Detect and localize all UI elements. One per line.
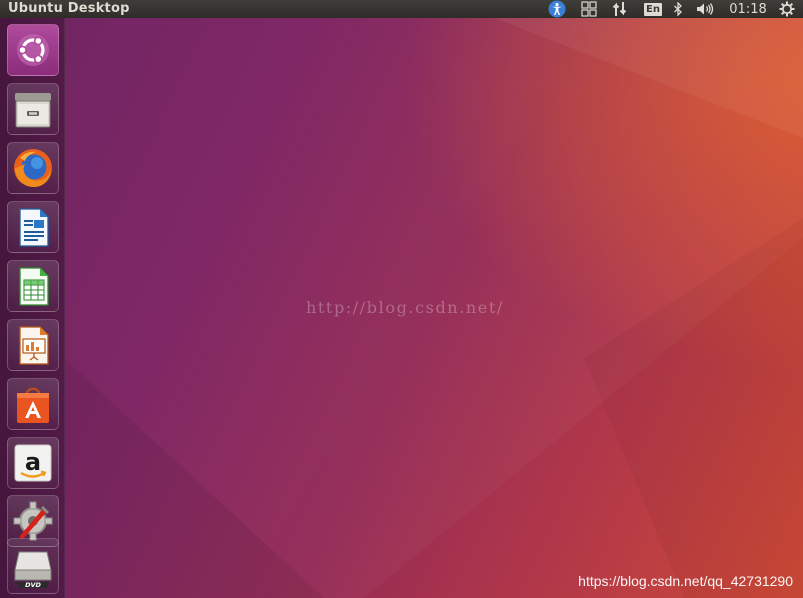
session-indicator[interactable] [777,0,797,18]
keyboard-layout-label: En [644,2,662,16]
bluetooth-icon [674,2,682,16]
launcher: a DVD [0,18,65,598]
workspace-switcher-icon [581,1,597,17]
keyboard-layout-indicator[interactable]: En [642,0,664,18]
screen: http://blog.csdn.net/ https://blog.csdn.… [0,0,803,598]
accessibility-indicator[interactable] [546,0,568,18]
launcher-writer-button[interactable] [7,201,59,253]
firefox-icon [14,149,52,187]
clock-indicator[interactable]: 01:18 [726,0,770,18]
launcher-impress-button[interactable] [7,319,59,371]
dvd-drive-icon: DVD [14,551,52,589]
launcher-files-button[interactable] [7,83,59,135]
desktop-wallpaper[interactable]: http://blog.csdn.net/ https://blog.csdn.… [64,18,803,598]
accessibility-icon [548,0,566,18]
launcher-amazon-button[interactable]: a [7,437,59,489]
amazon-icon: a [14,444,52,482]
software-bag-icon [17,387,49,423]
writer-document-icon [19,208,49,247]
file-cabinet-icon [15,93,51,128]
panel-title: Ubuntu Desktop [8,1,130,16]
gear-icon [779,1,795,17]
launcher-calc-button[interactable] [7,260,59,312]
top-panel: Ubuntu Desktop En 01:18 [0,0,803,18]
volume-icon [697,3,714,15]
launcher-dash-button[interactable] [7,24,59,76]
svg-text:DVD: DVD [25,581,41,589]
sound-indicator[interactable] [694,0,718,18]
network-transfer-icon [612,2,627,16]
watermark-center: http://blog.csdn.net/ [306,298,504,317]
svg-text:a: a [25,448,41,476]
settings-wrench-icon [13,501,53,541]
ubuntu-logo-icon [17,34,49,66]
workspace-switcher-indicator[interactable] [579,0,599,18]
clock-label: 01:18 [729,1,767,17]
calc-spreadsheet-icon [19,267,49,306]
bluetooth-indicator[interactable] [670,0,686,18]
watermark-corner: https://blog.csdn.net/qq_42731290 [578,573,793,589]
impress-presentation-icon [19,326,49,365]
network-indicator[interactable] [610,0,630,18]
launcher-dvd-button[interactable]: DVD [7,538,59,594]
launcher-firefox-button[interactable] [7,142,59,194]
launcher-software-button[interactable] [7,378,59,430]
